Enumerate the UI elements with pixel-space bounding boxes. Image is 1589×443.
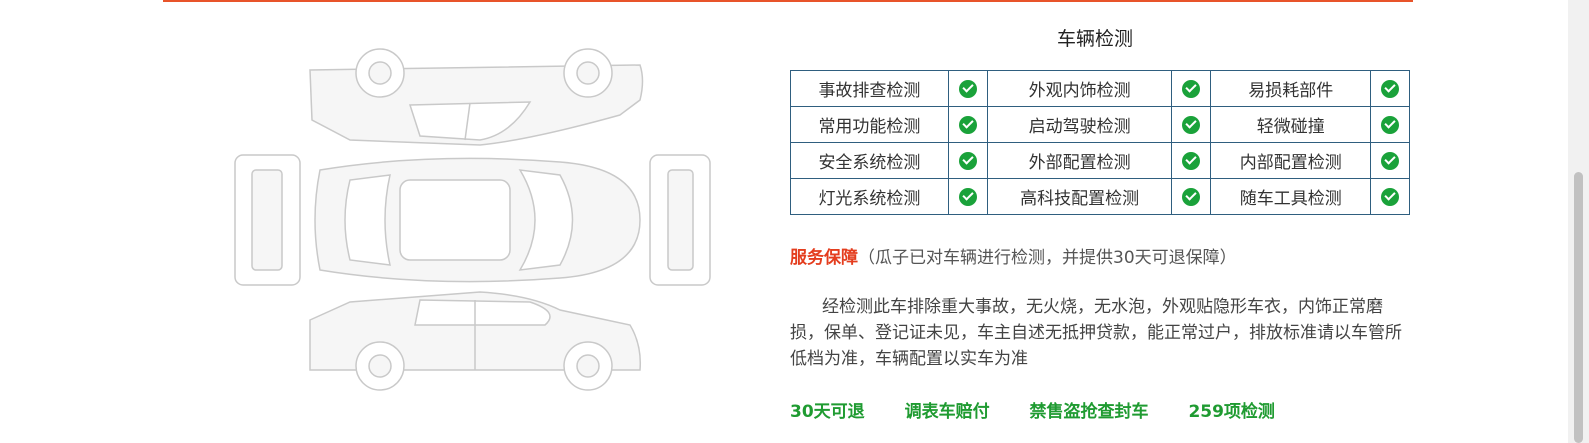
check-label: 安全系统检测: [790, 142, 949, 179]
check-circle-icon: [1182, 187, 1201, 206]
check-circle-icon: [1381, 79, 1400, 98]
check-circle-icon: [1182, 115, 1201, 134]
tag-30-day-return: 30天可退: [790, 402, 865, 422]
tag-odometer-compensation: 调表车赔付: [904, 402, 990, 422]
service-guarantee: 服务保障（瓜子已对车辆进行检测，并提供30天可退保障）: [790, 243, 1237, 268]
check-circle-icon: [1381, 187, 1400, 206]
check-label: 外观内饰检测: [986, 70, 1173, 107]
car-top-view: [234, 154, 711, 286]
guarantee-title: 服务保障: [790, 248, 858, 268]
check-circle-icon: [1182, 151, 1201, 170]
top-divider: [163, 0, 1413, 2]
check-circle-icon: [958, 115, 977, 134]
table-row: 事故排查检测 外观内饰检测 易损耗部件: [790, 70, 1410, 107]
check-circle-icon: [1381, 151, 1400, 170]
check-label: 灯光系统检测: [790, 178, 949, 215]
section-title: 车辆检测: [1056, 28, 1133, 50]
car-diagram: [234, 48, 711, 391]
inspection-table: 事故排查检测 外观内饰检测 易损耗部件 常用功能检测 启动驾驶检测 轻微碰撞 安…: [790, 70, 1410, 215]
check-label: 高科技配置检测: [986, 178, 1173, 215]
table-row: 常用功能检测 启动驾驶检测 轻微碰撞: [790, 106, 1410, 143]
check-label: 随车工具检测: [1210, 178, 1372, 215]
guarantee-tags: 30天可退 调表车赔付 禁售盗抢查封车 259项检测: [790, 397, 1309, 422]
guarantee-note: （瓜子已对车辆进行检测，并提供30天可退保障）: [858, 248, 1237, 268]
table-row: 安全系统检测 外部配置检测 内部配置检测: [790, 142, 1410, 179]
check-label: 事故排查检测: [790, 70, 949, 107]
scrollbar-thumb[interactable]: [1574, 172, 1583, 443]
check-circle-icon: [1381, 115, 1400, 134]
check-label: 轻微碰撞: [1210, 106, 1372, 143]
check-circle-icon: [958, 187, 977, 206]
vertical-scrollbar[interactable]: [1568, 0, 1589, 443]
check-label: 常用功能检测: [790, 106, 949, 143]
table-row: 灯光系统检测 高科技配置检测 随车工具检测: [790, 178, 1410, 215]
check-label: 启动驾驶检测: [986, 106, 1173, 143]
car-side-bottom-view: [309, 291, 642, 391]
inspection-description: 经检测此车排除重大事故，无火烧，无水泡，外观贴隐形车衣，内饰正常磨损，保单、登记…: [790, 297, 1402, 369]
car-side-top-view: [309, 48, 644, 146]
tag-no-stolen-cars: 禁售盗抢查封车: [1029, 402, 1149, 422]
check-label: 内部配置检测: [1210, 142, 1372, 179]
check-circle-icon: [958, 151, 977, 170]
check-circle-icon: [958, 79, 977, 98]
check-circle-icon: [1182, 79, 1201, 98]
check-label: 外部配置检测: [986, 142, 1173, 179]
tag-259-checks: 259项检测: [1188, 402, 1275, 422]
check-label: 易损耗部件: [1210, 70, 1372, 107]
